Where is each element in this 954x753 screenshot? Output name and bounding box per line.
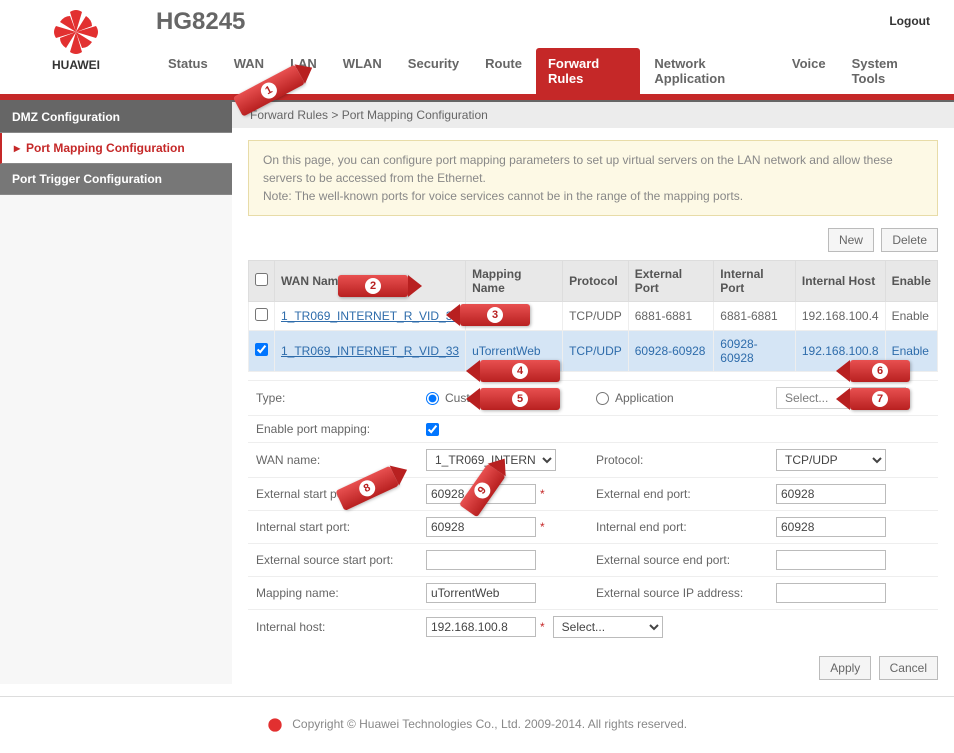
protocol-select[interactable]: TCP/UDP bbox=[776, 449, 886, 471]
mapping-name-label: Mapping name: bbox=[248, 576, 418, 609]
sidebar-item-port-mapping-configuration[interactable]: ▸Port Mapping Configuration bbox=[0, 133, 232, 164]
type-application-radio[interactable] bbox=[596, 392, 609, 405]
logout-link[interactable]: Logout bbox=[889, 14, 930, 28]
table-header: Internal Port bbox=[714, 261, 796, 302]
ext-src-end-input[interactable] bbox=[776, 550, 886, 570]
application-select[interactable]: Select... bbox=[776, 387, 906, 409]
nav-route[interactable]: Route bbox=[473, 48, 534, 94]
nav-security[interactable]: Security bbox=[396, 48, 471, 94]
mapping-table: WAN NameMapping NameProtocolExternal Por… bbox=[248, 260, 938, 372]
wan-name-label: WAN name: bbox=[248, 442, 418, 477]
type-custom-text: Custom bbox=[445, 391, 486, 405]
sidebar: DMZ Configuration▸Port Mapping Configura… bbox=[0, 102, 232, 684]
apply-button[interactable]: Apply bbox=[819, 656, 871, 680]
footer: Copyright © Huawei Technologies Co., Ltd… bbox=[0, 696, 954, 753]
table-header: Internal Host bbox=[795, 261, 885, 302]
enable-checkbox[interactable] bbox=[426, 423, 439, 436]
nav-wan[interactable]: WAN bbox=[222, 48, 276, 94]
int-end-label: Internal end port: bbox=[588, 510, 768, 543]
mapping-name-input[interactable] bbox=[426, 583, 536, 603]
nav-network-application[interactable]: Network Application bbox=[642, 48, 778, 94]
table-header: External Port bbox=[628, 261, 714, 302]
int-end-input[interactable] bbox=[776, 517, 886, 537]
table-row[interactable]: 1_TR069_INTERNET_R_VID_33uTorrentWebTCP/… bbox=[249, 331, 938, 372]
table-row[interactable]: 1_TR069_INTERNET_R_VID_33uTorrentTCP/UDP… bbox=[249, 302, 938, 331]
breadcrumb: Forward Rules > Port Mapping Configurati… bbox=[232, 102, 954, 128]
internal-host-label: Internal host: bbox=[248, 609, 418, 644]
sidebar-item-port-trigger-configuration[interactable]: Port Trigger Configuration bbox=[0, 164, 232, 195]
wan-link[interactable]: 1_TR069_INTERNET_R_VID_33 bbox=[281, 309, 459, 323]
huawei-icon-small bbox=[267, 717, 283, 733]
enable-label: Enable port mapping: bbox=[248, 415, 418, 442]
wan-name-select[interactable]: 1_TR069_INTERNET_R_VID_33 bbox=[426, 449, 556, 471]
ext-start-input[interactable] bbox=[426, 484, 536, 504]
type-custom-radio[interactable] bbox=[426, 392, 439, 405]
mapping-form: Type: Custom Application Select... Enabl… bbox=[248, 380, 938, 644]
nav-system-tools[interactable]: System Tools bbox=[840, 48, 938, 94]
table-header: WAN Name bbox=[275, 261, 466, 302]
ext-src-ip-input[interactable] bbox=[776, 583, 886, 603]
help-line2: Note: The well-known ports for voice ser… bbox=[263, 187, 923, 205]
copyright-text: Copyright © Huawei Technologies Co., Ltd… bbox=[292, 717, 687, 731]
main-nav: StatusWANLANWLANSecurityRouteForward Rul… bbox=[156, 48, 938, 94]
internal-host-select[interactable]: Select... bbox=[553, 616, 663, 638]
nav-forward-rules[interactable]: Forward Rules bbox=[536, 48, 640, 94]
sidebar-item-dmz-configuration[interactable]: DMZ Configuration bbox=[0, 102, 232, 133]
new-button[interactable]: New bbox=[828, 228, 874, 252]
nav-wlan[interactable]: WLAN bbox=[331, 48, 394, 94]
delete-button[interactable]: Delete bbox=[881, 228, 938, 252]
ext-end-input[interactable] bbox=[776, 484, 886, 504]
row-checkbox[interactable] bbox=[255, 343, 268, 356]
ext-src-start-label: External source start port: bbox=[248, 543, 418, 576]
ext-end-label: External end port: bbox=[588, 477, 768, 510]
nav-lan[interactable]: LAN bbox=[278, 48, 329, 94]
table-header: Protocol bbox=[563, 261, 629, 302]
wan-link[interactable]: 1_TR069_INTERNET_R_VID_33 bbox=[281, 344, 459, 358]
help-line1: On this page, you can configure port map… bbox=[263, 151, 923, 187]
help-box: On this page, you can configure port map… bbox=[248, 140, 938, 216]
protocol-label: Protocol: bbox=[588, 442, 768, 477]
type-app-text: Application bbox=[615, 391, 674, 405]
ext-src-end-label: External source end port: bbox=[588, 543, 768, 576]
ext-start-label: External start port: bbox=[248, 477, 418, 510]
int-start-input[interactable] bbox=[426, 517, 536, 537]
ext-src-ip-label: External source IP address: bbox=[588, 576, 768, 609]
model-title: HG8245 bbox=[156, 8, 938, 36]
int-start-label: Internal start port: bbox=[248, 510, 418, 543]
cancel-button[interactable]: Cancel bbox=[879, 656, 938, 680]
nav-voice[interactable]: Voice bbox=[780, 48, 838, 94]
internal-host-input[interactable] bbox=[426, 617, 536, 637]
row-checkbox[interactable] bbox=[255, 308, 268, 321]
table-header bbox=[249, 261, 275, 302]
ext-src-start-input[interactable] bbox=[426, 550, 536, 570]
table-header: Enable bbox=[885, 261, 937, 302]
huawei-icon bbox=[52, 8, 100, 56]
nav-status[interactable]: Status bbox=[156, 48, 220, 94]
type-label: Type: bbox=[248, 380, 418, 415]
table-header: Mapping Name bbox=[466, 261, 563, 302]
select-all-checkbox[interactable] bbox=[255, 273, 268, 286]
brand-text: HUAWEI bbox=[52, 58, 100, 72]
brand-logo: HUAWEI bbox=[16, 8, 136, 72]
